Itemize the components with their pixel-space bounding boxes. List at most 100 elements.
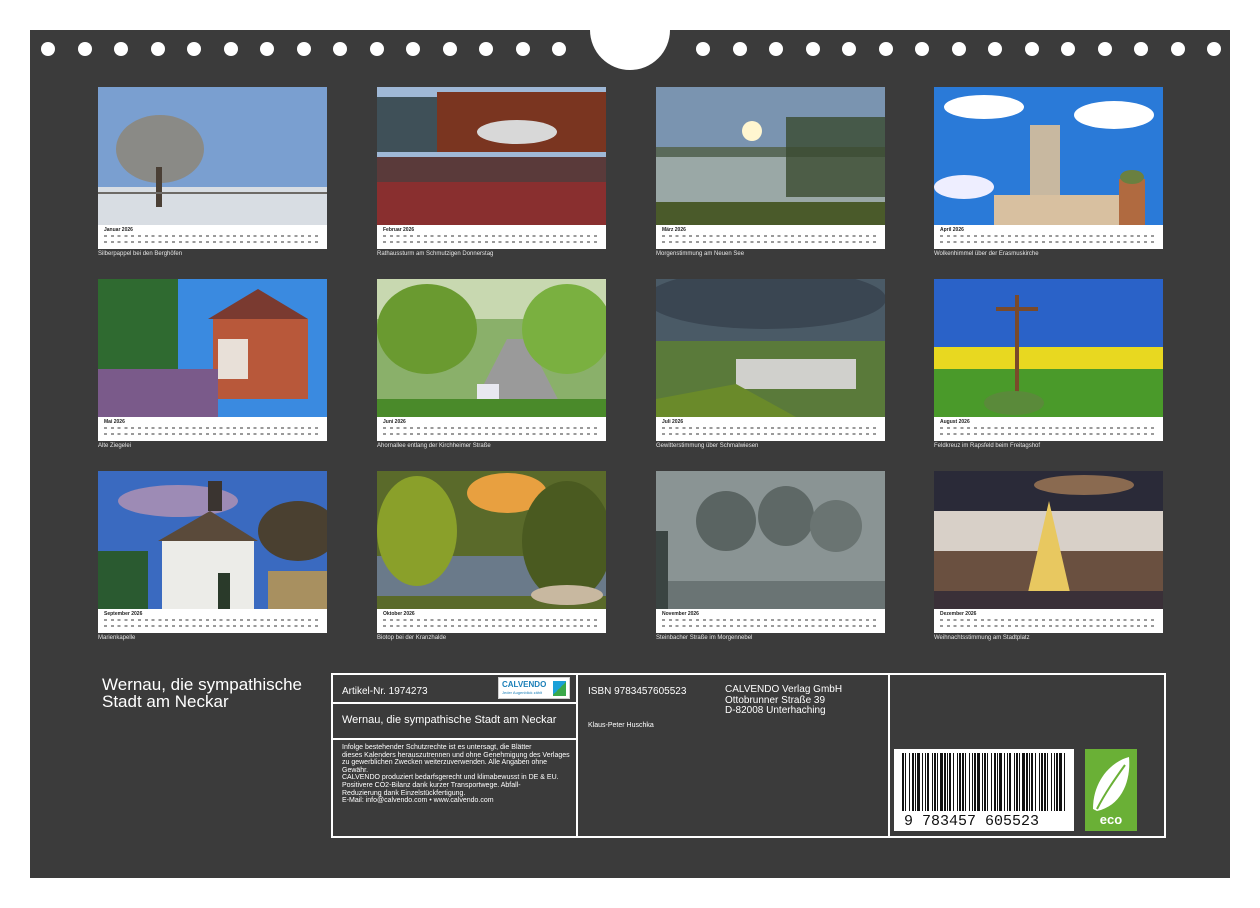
eco-label: eco	[1099, 812, 1123, 827]
month-preview: Juni 2026 Ahornallee entlang der Kirchhei…	[377, 279, 606, 449]
barcode-bar	[1039, 753, 1040, 811]
barcode-bar	[957, 753, 958, 811]
photo-caption: Rathaussturm am Schmutzigen Donnerstag	[377, 251, 494, 257]
photo-caption: Biotop bei der Kranzhalde	[377, 635, 447, 641]
month-name: Mai 2026	[104, 419, 125, 425]
month-photo	[656, 471, 885, 609]
binding-hole	[1134, 42, 1148, 56]
legal-notice: Infolge bestehender Schutzrechte ist es …	[342, 744, 570, 805]
month-preview: Juli 2026 Gewitterstimmung über Schmalwie…	[656, 279, 885, 449]
day-number-row	[104, 241, 321, 243]
barcode-bar	[1022, 753, 1025, 811]
barcode-bar	[922, 753, 923, 811]
photo-caption: Steinbacher Straße im Morgennebel	[656, 635, 753, 641]
barcode-bar	[1056, 753, 1058, 811]
barcode-bar	[909, 753, 910, 811]
legal-line: E-Mail: info@calvendo.com • www.calvendo…	[342, 797, 494, 805]
day-number-row	[940, 433, 1157, 435]
photo-caption: Alte Ziegelei	[98, 443, 132, 449]
barcode-bar	[932, 753, 933, 811]
calvendo-logo: CALVENDO Jeder Augenblick zählt	[498, 677, 570, 699]
barcode-bar	[1029, 753, 1030, 811]
ean-number: 9 783457 605523	[904, 813, 1040, 830]
barcode-bar	[1004, 753, 1005, 811]
barcode-bar	[1007, 753, 1008, 811]
month-calendar-strip: September 2026	[98, 609, 327, 633]
month-preview: Dezember 2026 Weihnachtsstimmung am Stadt…	[934, 471, 1163, 641]
day-number-row	[940, 241, 1157, 243]
barcode-bar	[1044, 753, 1046, 811]
weekday-row	[104, 235, 321, 237]
binding-hole	[41, 42, 55, 56]
month-calendar-strip: März 2026	[656, 225, 885, 249]
month-calendar-strip: Februar 2026	[377, 225, 606, 249]
barcode-bar	[927, 753, 929, 811]
barcode-bar	[984, 753, 986, 811]
month-calendar-strip: April 2026	[934, 225, 1163, 249]
barcode-bar	[1064, 753, 1065, 811]
weekday-row	[940, 235, 1157, 237]
barcode-bar	[999, 753, 1002, 811]
weekday-row	[104, 427, 321, 429]
month-name: Oktober 2026	[383, 611, 415, 617]
month-calendar-strip: Januar 2026	[98, 225, 327, 249]
barcode-bar	[953, 753, 954, 811]
barcode-bar	[969, 753, 970, 811]
month-photo	[377, 471, 606, 609]
photo-caption: Feldkreuz im Rapsfeld beim Freitagshof	[934, 443, 1041, 449]
barcode-bar	[997, 753, 998, 811]
day-number-row	[940, 625, 1157, 627]
day-number-row	[104, 433, 321, 435]
photo-caption: Marienkapelle	[98, 635, 136, 641]
binding-hole	[732, 42, 747, 56]
month-preview: November 2026 Steinbacher Straße im Morge…	[656, 471, 885, 641]
legal-line: zu gewerblichen Zwecken weiterzuverwende…	[342, 759, 548, 767]
month-calendar-strip: Oktober 2026	[377, 609, 606, 633]
photo-caption: Ahornallee entlang der Kirchheimer Straß…	[377, 443, 491, 449]
month-calendar-strip: Juni 2026	[377, 417, 606, 441]
month-preview: Oktober 2026 Biotop bei der Kranzhalde	[377, 471, 606, 641]
barcode-bar	[1014, 753, 1015, 811]
barcode-bar	[947, 753, 948, 811]
day-number-row	[662, 625, 879, 627]
binding-hole	[406, 42, 420, 56]
brick-house-image	[98, 279, 327, 417]
barcode-bar	[974, 753, 976, 811]
month-calendar-strip: Juli 2026	[656, 417, 885, 441]
winter-tree-image	[98, 87, 327, 225]
barcode-bar	[944, 753, 946, 811]
binding-hole	[150, 42, 165, 56]
barcode-bar	[949, 753, 951, 811]
publisher-address: CALVENDO Verlag GmbH Ottobrunner Straße 3…	[725, 684, 842, 717]
binding-hole	[479, 42, 493, 56]
binding-hole	[114, 42, 128, 56]
month-photo	[934, 87, 1163, 225]
legal-line: Infolge bestehender Schutzrechte ist es …	[342, 744, 532, 751]
barcode-bar	[917, 753, 920, 811]
month-calendar-strip: August 2026	[934, 417, 1163, 441]
binding-hole	[223, 42, 238, 56]
barcode-bar	[1019, 753, 1020, 811]
legal-line: CALVENDO produziert bedarfsgerecht und k…	[342, 774, 559, 782]
weekday-row	[383, 619, 600, 621]
month-calendar-strip: Dezember 2026	[934, 609, 1163, 633]
barcode-bar	[1016, 753, 1018, 811]
eco-badge: eco	[1085, 749, 1137, 831]
binding-hole	[369, 42, 384, 56]
imprint-rule-2	[331, 738, 578, 740]
author: Klaus-Peter Huschka	[588, 722, 654, 729]
month-calendar-strip: Mai 2026	[98, 417, 327, 441]
month-preview: April 2026 Wolkenhimmel über der Erasmusk…	[934, 87, 1163, 257]
month-name: Januar 2026	[104, 227, 133, 233]
fog-trees-image	[656, 471, 885, 609]
month-name: April 2026	[940, 227, 964, 233]
day-number-row	[104, 625, 321, 627]
month-photo	[98, 471, 327, 609]
legal-line: Positivere CO2-Bilanz dank kurzer Transp…	[342, 781, 521, 789]
barcode-bar	[940, 753, 943, 811]
publisher-line: D-82008 Unterhaching	[725, 705, 826, 716]
barcode-bar	[1051, 753, 1052, 811]
barcode-bar	[977, 753, 980, 811]
barcode-bar	[1054, 753, 1055, 811]
barcode-bar	[994, 753, 996, 811]
